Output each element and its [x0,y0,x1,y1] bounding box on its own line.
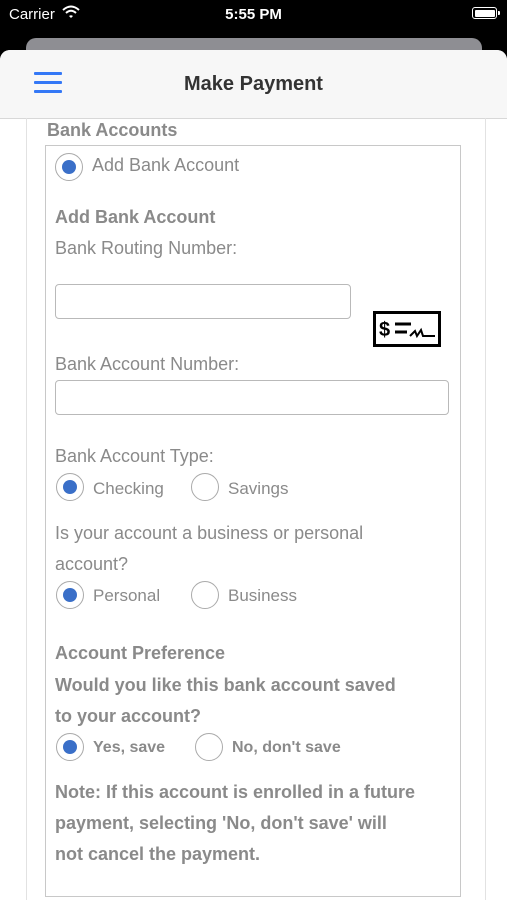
preference-title: Account Preference [55,643,226,663]
battery-icon [472,7,500,19]
save-question-line1: Would you like this bank account saved [55,675,396,695]
savings-label: Savings [228,479,289,498]
section-title: Bank Accounts [47,120,178,140]
save-question-line2: to your account? [55,706,202,726]
form-title: Add Bank Account [55,207,216,227]
yes-save-radio[interactable] [56,733,84,761]
account-number-input[interactable] [55,380,449,415]
checking-label: Checking [93,479,164,498]
dont-save-radio[interactable] [195,733,223,761]
savings-radio[interactable] [191,473,219,501]
payment-sheet: Make Payment Bank Accounts Add Bank Acco… [0,50,507,900]
account-type-label: Bank Account Type: [55,446,214,466]
business-radio[interactable] [191,581,219,609]
svg-text:$: $ [379,319,390,341]
navigation-bar: Make Payment [0,50,507,119]
ownership-question-line1: Is your account a business or personal [55,523,364,543]
routing-number-input[interactable] [55,284,351,319]
note-line3: not cancel the payment. [55,844,261,864]
business-label: Business [228,586,297,605]
personal-radio[interactable] [56,581,84,609]
status-bar: Carrier 5:55 PM [0,0,507,30]
yes-save-label: Yes, save [93,739,166,756]
bank-account-form: Add Bank Account Add Bank Account Bank R… [45,145,461,897]
add-bank-account-radio[interactable] [55,153,83,181]
page-title: Make Payment [184,73,323,95]
checking-radio[interactable] [56,473,84,501]
add-bank-account-label: Add Bank Account [92,155,240,175]
check-icon[interactable]: $ [373,311,441,347]
personal-label: Personal [93,586,161,605]
account-number-label: Bank Account Number: [55,354,240,374]
payment-content[interactable]: Bank Accounts Add Bank Account Add Bank … [26,118,486,900]
note-line1: Note: If this account is enrolled in a f… [55,782,416,802]
clock: 5:55 PM [225,6,282,23]
ownership-question-line2: account? [55,554,129,574]
routing-number-label: Bank Routing Number: [55,238,238,258]
dont-save-label: No, don't save [232,739,341,756]
note-line2: payment, selecting 'No, don't save' will [55,813,387,833]
